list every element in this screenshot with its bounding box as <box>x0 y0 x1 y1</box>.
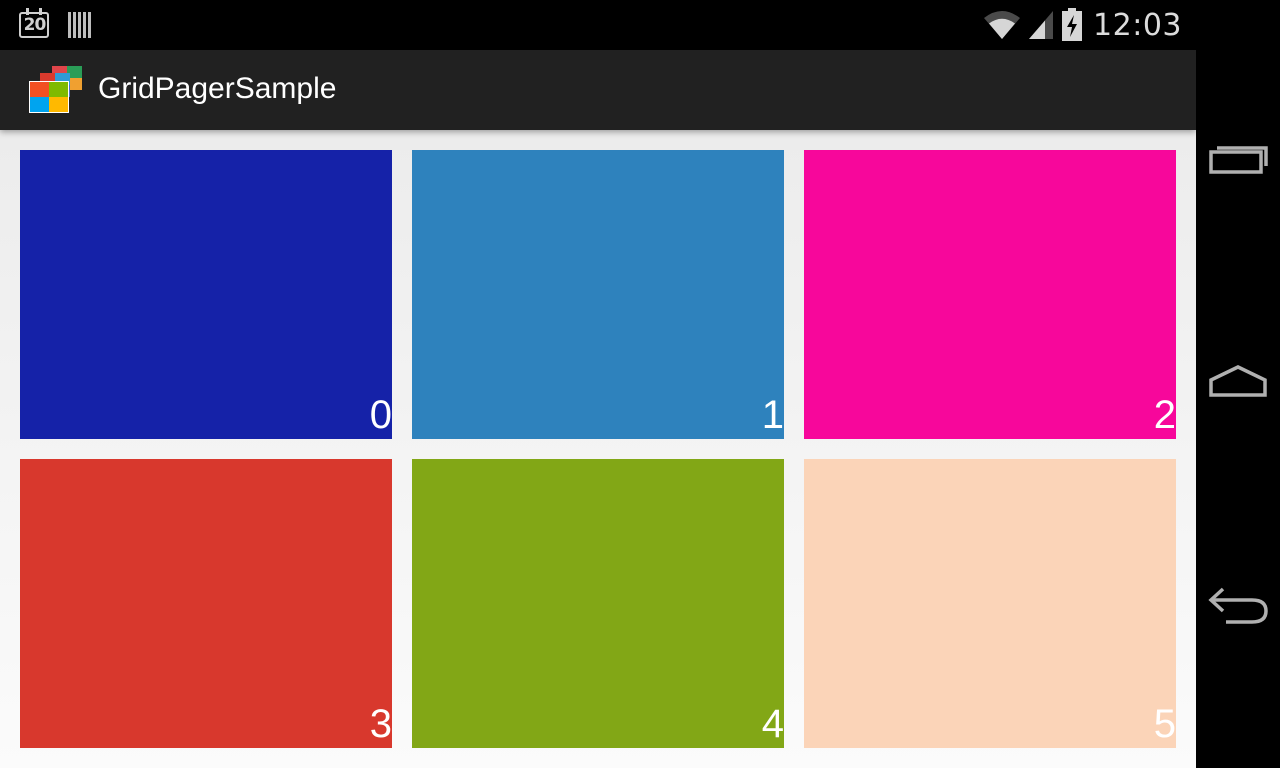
signal-icon <box>1029 11 1054 39</box>
tile-label: 4 <box>761 702 784 746</box>
calendar-icon: 20 <box>18 8 52 40</box>
status-notifications: 20 <box>18 8 91 40</box>
back-button[interactable] <box>1206 576 1270 636</box>
home-icon <box>1209 365 1267 397</box>
grid-tile[interactable]: 5 <box>804 459 1176 748</box>
navigation-bar <box>1196 0 1280 768</box>
grid-tile[interactable]: 0 <box>20 150 392 439</box>
grid-tile[interactable]: 2 <box>804 150 1176 439</box>
home-button[interactable] <box>1206 352 1270 412</box>
tile-label: 0 <box>369 393 392 437</box>
notification-bars-icon <box>68 12 91 38</box>
status-indicators: 12:03 <box>983 6 1182 44</box>
battery-charging-icon <box>1062 8 1083 41</box>
tile-label: 2 <box>1153 393 1176 437</box>
tile-label: 3 <box>369 702 392 746</box>
android-screen: 20 12:03 GridPagerSample 0 1 2 3 4 5 <box>0 0 1280 768</box>
recent-apps-icon <box>1209 146 1268 174</box>
calendar-date: 20 <box>23 15 47 35</box>
action-bar: GridPagerSample <box>0 50 1196 130</box>
gridpager-app-icon[interactable] <box>28 65 86 115</box>
wifi-icon <box>984 11 1021 39</box>
grid-tile[interactable]: 1 <box>412 150 784 439</box>
tile-label: 1 <box>761 393 784 437</box>
status-clock: 12:03 <box>1093 7 1182 43</box>
app-title: GridPagerSample <box>98 72 337 105</box>
grid-tile[interactable]: 4 <box>412 459 784 748</box>
tile-label: 5 <box>1153 702 1176 746</box>
recent-apps-button[interactable] <box>1206 130 1270 190</box>
status-bar: 20 12:03 <box>0 0 1196 50</box>
back-icon <box>1208 587 1268 624</box>
grid-pager[interactable]: 0 1 2 3 4 5 <box>0 130 1196 768</box>
grid-tile[interactable]: 3 <box>20 459 392 748</box>
